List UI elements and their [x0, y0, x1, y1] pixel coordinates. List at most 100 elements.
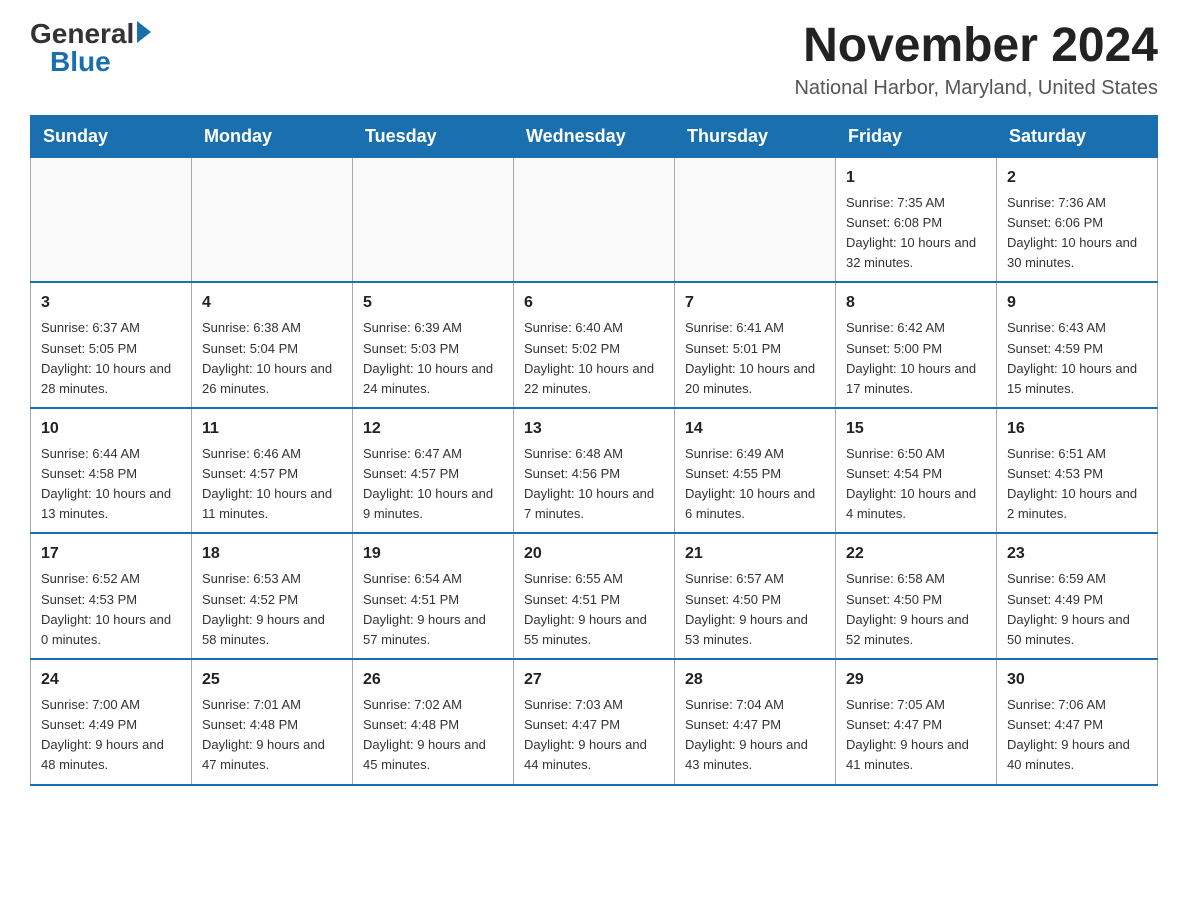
weekday-header-sunday: Sunday [31, 115, 192, 157]
calendar-cell [31, 157, 192, 282]
day-number: 6 [524, 291, 664, 315]
weekday-header-row: SundayMondayTuesdayWednesdayThursdayFrid… [31, 115, 1158, 157]
calendar-cell: 16 Sunrise: 6:51 AM Sunset: 4:53 PM Dayli… [997, 408, 1158, 534]
logo-general-text: General [30, 20, 134, 48]
day-number: 9 [1007, 291, 1147, 315]
day-number: 5 [363, 291, 503, 315]
day-number: 12 [363, 417, 503, 441]
calendar-cell: 29 Sunrise: 7:05 AM Sunset: 4:47 PM Dayli… [836, 659, 997, 785]
day-info: Sunrise: 7:36 AM Sunset: 6:06 PM Dayligh… [1007, 193, 1147, 274]
calendar-cell: 22 Sunrise: 6:58 AM Sunset: 4:50 PM Dayli… [836, 533, 997, 659]
calendar-week-row: 17 Sunrise: 6:52 AM Sunset: 4:53 PM Dayli… [31, 533, 1158, 659]
day-number: 26 [363, 668, 503, 692]
weekday-header-friday: Friday [836, 115, 997, 157]
day-number: 22 [846, 542, 986, 566]
day-number: 8 [846, 291, 986, 315]
calendar-cell [353, 157, 514, 282]
day-number: 16 [1007, 417, 1147, 441]
calendar-cell: 7 Sunrise: 6:41 AM Sunset: 5:01 PM Daylig… [675, 282, 836, 408]
logo: General Blue [30, 20, 151, 76]
calendar-cell [514, 157, 675, 282]
day-info: Sunrise: 6:46 AM Sunset: 4:57 PM Dayligh… [202, 444, 342, 525]
day-info: Sunrise: 7:03 AM Sunset: 4:47 PM Dayligh… [524, 695, 664, 776]
day-info: Sunrise: 6:43 AM Sunset: 4:59 PM Dayligh… [1007, 318, 1147, 399]
day-number: 23 [1007, 542, 1147, 566]
page-header: General Blue November 2024 National Harb… [30, 20, 1158, 100]
day-number: 1 [846, 166, 986, 190]
calendar-cell [675, 157, 836, 282]
day-number: 3 [41, 291, 181, 315]
day-info: Sunrise: 6:51 AM Sunset: 4:53 PM Dayligh… [1007, 444, 1147, 525]
day-info: Sunrise: 6:47 AM Sunset: 4:57 PM Dayligh… [363, 444, 503, 525]
day-number: 14 [685, 417, 825, 441]
day-info: Sunrise: 7:04 AM Sunset: 4:47 PM Dayligh… [685, 695, 825, 776]
day-number: 7 [685, 291, 825, 315]
calendar-cell: 20Sunrise: 6:55 AM Sunset: 4:51 PM Dayli… [514, 533, 675, 659]
day-info: Sunrise: 6:38 AM Sunset: 5:04 PM Dayligh… [202, 318, 342, 399]
logo-blue-text: Blue [50, 46, 111, 77]
calendar-cell: 5Sunrise: 6:39 AM Sunset: 5:03 PM Daylig… [353, 282, 514, 408]
day-info: Sunrise: 6:52 AM Sunset: 4:53 PM Dayligh… [41, 569, 181, 650]
weekday-header-thursday: Thursday [675, 115, 836, 157]
day-number: 18 [202, 542, 342, 566]
calendar-cell: 21 Sunrise: 6:57 AM Sunset: 4:50 PM Dayli… [675, 533, 836, 659]
day-info: Sunrise: 6:50 AM Sunset: 4:54 PM Dayligh… [846, 444, 986, 525]
day-number: 10 [41, 417, 181, 441]
calendar-cell [192, 157, 353, 282]
calendar-cell: 28 Sunrise: 7:04 AM Sunset: 4:47 PM Dayli… [675, 659, 836, 785]
day-info: Sunrise: 6:37 AM Sunset: 5:05 PM Dayligh… [41, 318, 181, 399]
day-number: 19 [363, 542, 503, 566]
calendar-cell: 12 Sunrise: 6:47 AM Sunset: 4:57 PM Dayli… [353, 408, 514, 534]
day-info: Sunrise: 7:00 AM Sunset: 4:49 PM Dayligh… [41, 695, 181, 776]
calendar-cell: 11Sunrise: 6:46 AM Sunset: 4:57 PM Dayli… [192, 408, 353, 534]
month-title: November 2024 [794, 20, 1158, 73]
title-block: November 2024 National Harbor, Maryland,… [794, 20, 1158, 100]
calendar-cell: 18 Sunrise: 6:53 AM Sunset: 4:52 PM Dayli… [192, 533, 353, 659]
calendar-cell: 24 Sunrise: 7:00 AM Sunset: 4:49 PM Dayli… [31, 659, 192, 785]
day-number: 21 [685, 542, 825, 566]
calendar-cell: 10 Sunrise: 6:44 AM Sunset: 4:58 PM Dayli… [31, 408, 192, 534]
day-info: Sunrise: 6:42 AM Sunset: 5:00 PM Dayligh… [846, 318, 986, 399]
day-info: Sunrise: 7:06 AM Sunset: 4:47 PM Dayligh… [1007, 695, 1147, 776]
logo-arrow-icon [137, 21, 151, 43]
calendar-cell: 9 Sunrise: 6:43 AM Sunset: 4:59 PM Daylig… [997, 282, 1158, 408]
day-info: Sunrise: 7:35 AM Sunset: 6:08 PM Dayligh… [846, 193, 986, 274]
calendar-cell: 19Sunrise: 6:54 AM Sunset: 4:51 PM Dayli… [353, 533, 514, 659]
day-number: 30 [1007, 668, 1147, 692]
day-info: Sunrise: 6:53 AM Sunset: 4:52 PM Dayligh… [202, 569, 342, 650]
day-number: 2 [1007, 166, 1147, 190]
calendar-cell: 27 Sunrise: 7:03 AM Sunset: 4:47 PM Dayli… [514, 659, 675, 785]
calendar-cell: 23 Sunrise: 6:59 AM Sunset: 4:49 PM Dayli… [997, 533, 1158, 659]
day-info: Sunrise: 6:48 AM Sunset: 4:56 PM Dayligh… [524, 444, 664, 525]
calendar-table: SundayMondayTuesdayWednesdayThursdayFrid… [30, 115, 1158, 786]
calendar-cell: 3 Sunrise: 6:37 AM Sunset: 5:05 PM Daylig… [31, 282, 192, 408]
calendar-cell: 8 Sunrise: 6:42 AM Sunset: 5:00 PM Daylig… [836, 282, 997, 408]
day-number: 29 [846, 668, 986, 692]
calendar-week-row: 1 Sunrise: 7:35 AM Sunset: 6:08 PM Daylig… [31, 157, 1158, 282]
location-subtitle: National Harbor, Maryland, United States [794, 77, 1158, 100]
day-number: 4 [202, 291, 342, 315]
day-info: Sunrise: 6:58 AM Sunset: 4:50 PM Dayligh… [846, 569, 986, 650]
day-info: Sunrise: 7:01 AM Sunset: 4:48 PM Dayligh… [202, 695, 342, 776]
day-number: 17 [41, 542, 181, 566]
day-info: Sunrise: 6:41 AM Sunset: 5:01 PM Dayligh… [685, 318, 825, 399]
day-info: Sunrise: 6:57 AM Sunset: 4:50 PM Dayligh… [685, 569, 825, 650]
day-info: Sunrise: 6:49 AM Sunset: 4:55 PM Dayligh… [685, 444, 825, 525]
calendar-cell: 17 Sunrise: 6:52 AM Sunset: 4:53 PM Dayli… [31, 533, 192, 659]
day-number: 13 [524, 417, 664, 441]
weekday-header-wednesday: Wednesday [514, 115, 675, 157]
day-number: 25 [202, 668, 342, 692]
calendar-cell: 15 Sunrise: 6:50 AM Sunset: 4:54 PM Dayli… [836, 408, 997, 534]
day-info: Sunrise: 6:59 AM Sunset: 4:49 PM Dayligh… [1007, 569, 1147, 650]
day-info: Sunrise: 6:44 AM Sunset: 4:58 PM Dayligh… [41, 444, 181, 525]
weekday-header-monday: Monday [192, 115, 353, 157]
calendar-week-row: 10 Sunrise: 6:44 AM Sunset: 4:58 PM Dayli… [31, 408, 1158, 534]
day-number: 28 [685, 668, 825, 692]
day-info: Sunrise: 7:05 AM Sunset: 4:47 PM Dayligh… [846, 695, 986, 776]
day-number: 27 [524, 668, 664, 692]
day-info: Sunrise: 6:40 AM Sunset: 5:02 PM Dayligh… [524, 318, 664, 399]
day-number: 24 [41, 668, 181, 692]
calendar-week-row: 24 Sunrise: 7:00 AM Sunset: 4:49 PM Dayli… [31, 659, 1158, 785]
day-number: 15 [846, 417, 986, 441]
weekday-header-saturday: Saturday [997, 115, 1158, 157]
